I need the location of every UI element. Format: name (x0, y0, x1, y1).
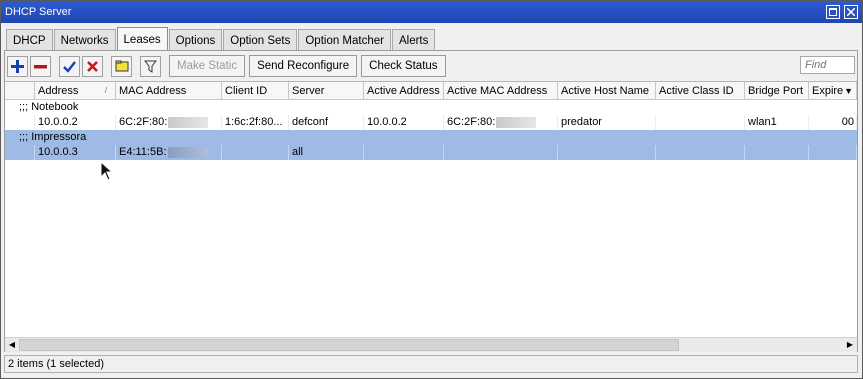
redacted-blur (167, 146, 208, 158)
cell-expire: 00 (809, 115, 857, 130)
check-status-button[interactable]: Check Status (361, 55, 446, 77)
column-header-address[interactable]: Address / (35, 82, 116, 100)
cell-server: defconf (289, 115, 364, 130)
filter-icon[interactable] (140, 55, 161, 77)
cell-bridge-port (745, 145, 809, 160)
comment-note-icon[interactable] (111, 55, 132, 77)
scroll-right-arrow-icon[interactable]: ▶ (845, 340, 855, 350)
tab-bar: DHCP Networks Leases Options Option Sets… (1, 27, 862, 51)
leases-table[interactable]: Address / MAC Address Client ID Server A… (5, 81, 857, 337)
table-row[interactable]: 10.0.0.2 6C:2F:80: 1:6c:2f:80... defconf… (5, 115, 857, 130)
cell-address: 10.0.0.2 (35, 115, 116, 130)
cell-active-address (364, 145, 444, 160)
cell-active-mac (444, 145, 558, 160)
leases-panel: Make Static Send Reconfigure Check Statu… (4, 50, 858, 352)
find-input[interactable] (800, 56, 855, 74)
redacted-blur (496, 116, 537, 128)
scroll-left-arrow-icon[interactable]: ◀ (7, 340, 17, 350)
column-menu-arrow-icon[interactable]: ▼ (844, 82, 853, 100)
column-header-bridge-port[interactable]: Bridge Port (745, 82, 809, 100)
column-header-mac-address[interactable]: MAC Address (116, 82, 222, 100)
column-header-expire[interactable]: Expire ▼ (809, 82, 857, 100)
cell-client-id (222, 145, 289, 160)
redacted-blur (168, 116, 209, 128)
table-row-selected[interactable]: 10.0.0.3 E4:11:5B: all (5, 145, 857, 160)
column-header-active-class-id[interactable]: Active Class ID (656, 82, 745, 100)
table-header: Address / MAC Address Client ID Server A… (5, 82, 857, 100)
tab-dhcp[interactable]: DHCP (6, 29, 53, 51)
cell-active-mac: 6C:2F:80: (444, 115, 558, 130)
cell-mac-address: 6C:2F:80: (116, 115, 222, 130)
disable-x-icon[interactable] (82, 55, 103, 77)
tab-options[interactable]: Options (168, 29, 223, 51)
sort-indicator-icon: / (104, 86, 107, 95)
cell-active-host-name: predator (558, 115, 656, 130)
column-header-active-address[interactable]: Active Address (364, 82, 444, 100)
cell-mac-address: E4:11:5B: (116, 145, 222, 160)
column-header-client-id[interactable]: Client ID (222, 82, 289, 100)
tab-leases[interactable]: Leases (116, 27, 168, 51)
restore-icon[interactable] (826, 5, 840, 19)
scrollbar-thumb[interactable] (19, 339, 679, 351)
add-icon[interactable] (7, 55, 28, 77)
cell-expire (809, 145, 857, 160)
enable-check-icon[interactable] (59, 55, 80, 77)
comment-row-selected[interactable]: ;;; Impressora (5, 130, 857, 145)
mouse-pointer-icon (100, 161, 114, 181)
tab-option-matcher[interactable]: Option Matcher (298, 29, 391, 51)
column-header-active-host-name[interactable]: Active Host Name (558, 82, 656, 100)
cell-active-host-name (558, 145, 656, 160)
cell-bridge-port: wlan1 (745, 115, 809, 130)
remove-icon[interactable] (30, 55, 51, 77)
tab-option-sets[interactable]: Option Sets (223, 29, 298, 51)
row-comment: ;;; Impressora (19, 131, 87, 143)
status-bar: 2 items (1 selected) (4, 355, 858, 373)
tab-alerts[interactable]: Alerts (391, 29, 436, 51)
window-title: DHCP Server (5, 6, 72, 18)
cell-active-address: 10.0.0.2 (364, 115, 444, 130)
column-header-checkbox[interactable] (5, 82, 35, 100)
make-static-button[interactable]: Make Static (169, 55, 246, 77)
close-icon[interactable] (844, 5, 858, 19)
send-reconfigure-button[interactable]: Send Reconfigure (249, 55, 358, 77)
cell-client-id: 1:6c:2f:80... (222, 115, 289, 130)
column-header-server[interactable]: Server (289, 82, 364, 100)
horizontal-scrollbar[interactable]: ◀ ▶ (5, 337, 857, 352)
cell-active-class-id (656, 115, 745, 130)
toolbar: Make Static Send Reconfigure Check Statu… (5, 51, 857, 81)
cell-address: 10.0.0.3 (35, 145, 116, 160)
column-header-active-mac-address[interactable]: Active MAC Address (444, 82, 558, 100)
tab-networks[interactable]: Networks (53, 29, 116, 51)
cell-active-class-id (656, 145, 745, 160)
comment-row[interactable]: ;;; Notebook (5, 100, 857, 115)
cell-server: all (289, 145, 364, 160)
title-bar[interactable]: DHCP Server (1, 1, 862, 23)
row-comment: ;;; Notebook (19, 101, 79, 113)
